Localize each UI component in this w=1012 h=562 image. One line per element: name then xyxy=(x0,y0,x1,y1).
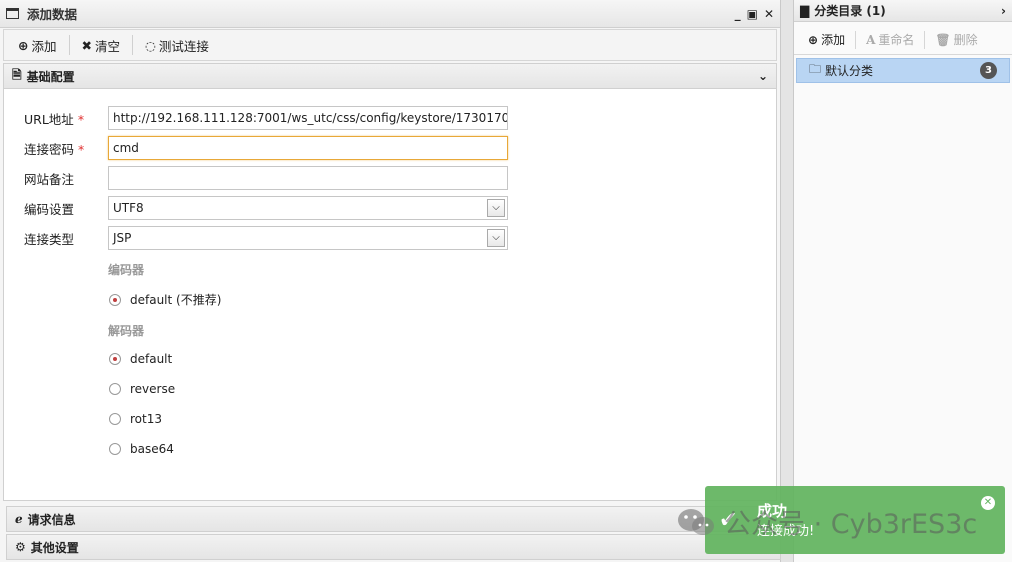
category-title: 分类目录 (1) xyxy=(814,4,886,18)
note-row: 网站备注 xyxy=(24,166,108,190)
request-info-header[interactable]: ℯ 请求信息 xyxy=(6,506,781,532)
success-toast: ✔ 成功 连接成功! ✕ xyxy=(705,486,1005,554)
password-row: 连接密码 * xyxy=(24,136,108,160)
decoder-option-default[interactable]: default xyxy=(109,352,172,366)
font-a-icon: A xyxy=(866,32,876,47)
add-data-window: 添加数据 _ ▣ ✕ ⊕ 添加 ✖ 清空 ◌ 测试连接 🗎 基础配置 ⌄ URL… xyxy=(0,0,781,562)
category-add-label: 添加 xyxy=(821,33,846,47)
other-settings-title: 其他设置 xyxy=(30,540,79,555)
decoder-option-base64[interactable]: base64 xyxy=(109,442,174,456)
type-value: JSP xyxy=(113,231,132,245)
required-mark: * xyxy=(77,111,85,127)
toast-title: 成功 xyxy=(757,502,788,520)
toolbar-divider xyxy=(924,30,926,49)
decoder-option-label: default xyxy=(130,352,173,366)
toast-message: 连接成功! xyxy=(757,524,815,539)
chevron-down-icon: ⌄ xyxy=(757,69,768,83)
encoding-value: UTF8 xyxy=(113,201,144,215)
trash-icon: 🗑 xyxy=(935,32,951,47)
basic-config-title: 基础配置 xyxy=(26,69,75,84)
radio-icon xyxy=(109,413,121,425)
plus-circle-icon: ⊕ xyxy=(18,37,29,53)
pane-splitter[interactable] xyxy=(781,0,793,562)
url-label: URL地址 * xyxy=(24,111,85,127)
test-connection-button[interactable]: ◌ 测试连接 xyxy=(137,34,217,56)
count-badge: 3 xyxy=(980,62,997,79)
delete-button[interactable]: 🗑 删除 xyxy=(929,31,983,48)
category-item-default[interactable]: 🗀 默认分类 3 xyxy=(796,58,1010,83)
toast-close-icon[interactable]: ✕ xyxy=(981,496,995,510)
decoder-option-label: reverse xyxy=(130,382,176,396)
window-icon xyxy=(6,8,19,19)
category-item-label: 默认分类 xyxy=(825,64,874,78)
plus-circle-icon: ⊕ xyxy=(808,32,819,47)
type-select[interactable]: JSP ⌵ xyxy=(108,226,508,250)
folder-open-icon: 🗀 xyxy=(809,62,822,76)
required-mark: * xyxy=(78,141,85,157)
type-row: 连接类型 xyxy=(24,226,108,250)
spinner-icon: ◌ xyxy=(145,37,156,53)
note-input[interactable] xyxy=(108,166,508,190)
document-icon: 🗎 xyxy=(12,67,22,82)
chevron-down-icon: ⌵ xyxy=(487,229,505,247)
gears-icon: ⚙ xyxy=(15,540,26,554)
maximize-button[interactable]: ▣ xyxy=(747,7,758,21)
test-connection-label: 测试连接 xyxy=(158,38,209,54)
delete-label: 删除 xyxy=(953,33,978,47)
other-settings-header[interactable]: ⚙ 其他设置 xyxy=(6,534,781,560)
x-icon: ✖ xyxy=(81,37,92,53)
type-label: 连接类型 xyxy=(24,231,75,247)
form-toolbar: ⊕ 添加 ✖ 清空 ◌ 测试连接 xyxy=(3,29,777,61)
folder-icon: ▇ xyxy=(800,3,810,18)
chevron-right-icon[interactable]: › xyxy=(1001,4,1006,18)
encoder-label: 编码器 xyxy=(108,263,145,277)
radio-icon xyxy=(109,383,121,395)
minimize-button[interactable]: _ xyxy=(735,7,741,21)
encoder-option-default[interactable]: default (不推荐) xyxy=(109,291,221,308)
password-label: 连接密码 * xyxy=(24,141,85,157)
category-sidebar: ▇ 分类目录 (1) › ⊕ 添加 A 重命名 🗑 删除 🗀 默认分类 3 xyxy=(793,0,1012,562)
browser-e-icon: ℯ xyxy=(15,512,23,526)
decoder-option-label: rot13 xyxy=(130,412,162,426)
radio-selected-icon xyxy=(109,293,121,306)
encoder-option-label: default (不推荐) xyxy=(130,293,222,307)
check-icon: ✔ xyxy=(719,508,738,533)
decoder-option-label: base64 xyxy=(130,442,174,456)
radio-icon xyxy=(109,443,121,455)
toolbar-divider xyxy=(132,35,133,55)
window-title: 添加数据 xyxy=(27,7,78,22)
rename-button[interactable]: A 重命名 xyxy=(860,31,920,48)
close-button[interactable]: ✕ xyxy=(764,7,774,21)
decoder-label: 解码器 xyxy=(108,324,145,338)
encoding-select[interactable]: UTF8 ⌵ xyxy=(108,196,508,220)
encoding-label: 编码设置 xyxy=(24,201,75,217)
password-input[interactable]: cmd xyxy=(108,136,508,160)
category-add-button[interactable]: ⊕ 添加 xyxy=(802,31,851,48)
basic-config-panel: URL地址 * http://192.168.111.128:7001/ws_ut… xyxy=(3,89,777,501)
url-input[interactable]: http://192.168.111.128:7001/ws_utc/css/c… xyxy=(108,106,508,130)
note-label: 网站备注 xyxy=(24,171,75,187)
toolbar-divider xyxy=(855,30,857,49)
clear-button[interactable]: ✖ 清空 xyxy=(74,34,129,56)
category-toolbar: ⊕ 添加 A 重命名 🗑 删除 xyxy=(794,25,1012,55)
radio-selected-icon xyxy=(109,353,121,365)
url-row: URL地址 * xyxy=(24,106,108,130)
category-titlebar: ▇ 分类目录 (1) › xyxy=(794,0,1012,22)
toolbar-divider xyxy=(68,35,70,55)
window-titlebar: 添加数据 _ ▣ ✕ xyxy=(0,0,780,28)
add-button[interactable]: ⊕ 添加 xyxy=(10,34,65,56)
basic-config-header[interactable]: 🗎 基础配置 ⌄ xyxy=(3,63,777,89)
clear-button-label: 清空 xyxy=(94,38,120,54)
rename-label: 重命名 xyxy=(878,33,915,47)
decoder-option-rot13[interactable]: rot13 xyxy=(109,412,162,426)
encoding-row: 编码设置 xyxy=(24,196,108,220)
add-button-label: 添加 xyxy=(31,38,57,54)
request-info-title: 请求信息 xyxy=(27,512,76,527)
chevron-down-icon: ⌵ xyxy=(487,199,505,217)
decoder-option-reverse[interactable]: reverse xyxy=(109,382,175,396)
